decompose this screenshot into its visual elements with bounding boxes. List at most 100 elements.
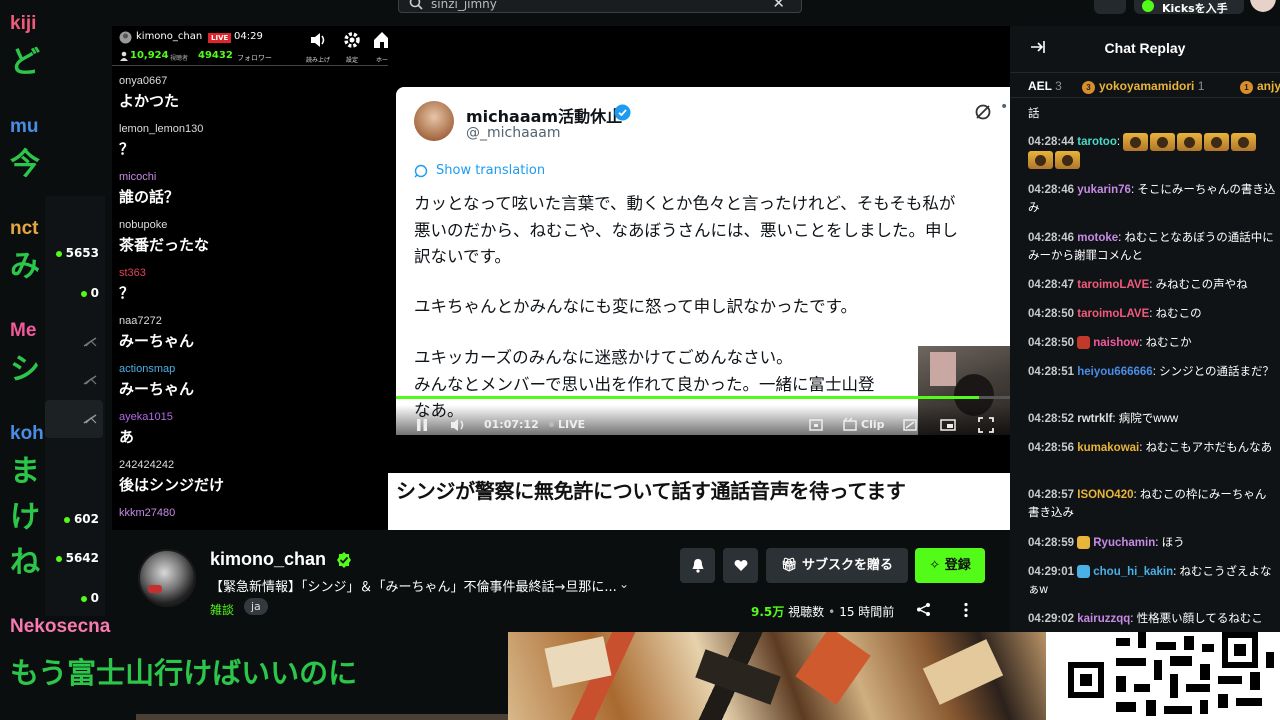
get-kicks-button[interactable]: Kicksを入手: [1134, 0, 1244, 15]
offline-icon: [83, 414, 97, 424]
channel-name[interactable]: kimono_chan: [210, 549, 326, 570]
notify-button[interactable]: [680, 548, 715, 583]
sparkle-icon: ✧: [929, 558, 941, 573]
grok-icon: [975, 104, 991, 120]
chat-replay-message: 話: [1028, 108, 1040, 120]
chat-username: actionsmap: [119, 363, 176, 375]
settings-icon[interactable]: [902, 417, 918, 433]
chat-text: 茶番だったな: [119, 236, 210, 254]
translate-icon: [414, 164, 428, 178]
share-icon[interactable]: [916, 602, 931, 617]
tweet-text-line: ユキッカーズのみんなに迷惑かけてごめんなさい。: [414, 348, 793, 367]
clip-label[interactable]: Clip: [861, 418, 885, 431]
chat-message: onya0667 よかつた: [119, 75, 379, 111]
live-dot-icon: [55, 555, 62, 562]
avatar: [414, 101, 454, 141]
language-tag[interactable]: ja: [244, 598, 268, 615]
follow-button[interactable]: ✧ 登録: [915, 548, 985, 583]
overlay-chat-message: ま: [10, 454, 40, 489]
chat-message: lemon_lemon130 ？: [119, 123, 379, 159]
verified-icon: [337, 552, 351, 568]
live-dot-icon: [549, 422, 554, 427]
gifter-item[interactable]: 1 anjy: [1240, 79, 1280, 94]
chat-replay-message: 04:28:56 kumakowai: ねむこもアホだもんなあ: [1028, 442, 1273, 454]
pip-icon[interactable]: [940, 417, 956, 433]
bell-icon: [692, 559, 703, 573]
chat-username: ayeka1015: [119, 411, 173, 423]
chevron-down-icon[interactable]: ⌄: [619, 577, 629, 591]
chat-message: ayeka1015 あ: [119, 411, 379, 447]
sidebar-item-highlight[interactable]: [45, 400, 103, 438]
volume-icon[interactable]: [450, 417, 466, 433]
more-options-icon[interactable]: [960, 602, 972, 618]
gift-badge-icon: 3: [1082, 81, 1095, 94]
chat-text: よかつた: [119, 92, 180, 110]
person-icon: [120, 51, 128, 61]
viewer-count: 10,924: [130, 50, 169, 61]
chat-replay-panel: Chat Replay AEL 3 3 yokoyamamidori 1 1 anj…: [1010, 26, 1280, 632]
chat-replay-message: 04:29:01 chou_hi_kakin: ねむこうざえよなぁw: [1028, 565, 1272, 596]
stream-chat-overlay: kimono_chan LIVE 04:29 10,924 視聴者 49432 …: [112, 26, 390, 530]
chat-message: 242424242 後はシンジだけ: [119, 459, 379, 495]
chat-username: kkkm27480: [119, 507, 176, 519]
live-dot-icon: [55, 250, 62, 257]
stream-page: sinzi_jimny ✕ Kicksを入手 kiji ど mu 今 nct み…: [0, 0, 1280, 720]
tweet-text-line: ユキちゃんとかみんなにも変に怒って申し訳なかったです。: [414, 297, 858, 316]
search-query: sinzi_jimny: [431, 0, 497, 11]
user-badge-icon: [1077, 536, 1091, 550]
chat-text: みーちゃん: [119, 332, 195, 350]
chat-text: ？: [119, 140, 135, 158]
category-tag[interactable]: 雑談: [210, 601, 234, 618]
overlay-chat-user: mu: [10, 116, 39, 137]
view-stats: 9.5万 視聴数 • 15 時間前: [751, 605, 895, 619]
overlay-chat-message: ね: [10, 545, 40, 580]
read-aloud-button[interactable]: 読み上げ: [302, 30, 334, 64]
viewer-count[interactable]: 0: [80, 591, 99, 605]
chat-overlay-header: kimono_chan LIVE 04:29 10,924 視聴者 49432 …: [112, 26, 390, 66]
gifter-item[interactable]: AEL 3: [1028, 79, 1062, 93]
chat-replay-message: 04:29:02 kairuzzqq: 性格悪い顔してるねむこ: [1028, 613, 1263, 625]
notifications-button[interactable]: [1094, 0, 1126, 14]
favorite-button[interactable]: [723, 548, 758, 583]
chat-message: actionsmap みーちゃん: [119, 363, 379, 399]
overlay-chat-message: シ: [10, 352, 40, 387]
clear-search-icon[interactable]: ✕: [772, 0, 785, 12]
chat-text: ？: [119, 284, 135, 302]
stream-title: 【緊急新情報】「シンジ」＆「みーちゃん」不倫事件最終話→旦那に...: [210, 580, 617, 595]
chat-replay-message: 04:28:47 taroimoLAVE: みねむこの声やね: [1028, 279, 1248, 291]
live-badge: LIVE: [208, 33, 232, 43]
tweet-text-line: 悪いのだから、ねむこや、なあぼうさんには、悪いことをしました。申し: [414, 221, 959, 240]
video-progress-bar[interactable]: [396, 396, 1010, 399]
qr-code: [1046, 632, 1280, 720]
search-input[interactable]: sinzi_jimny ✕: [398, 0, 802, 13]
overlay-chat-message: 今: [10, 147, 40, 182]
overlay-chat-user: kiji: [10, 13, 37, 34]
gift-icon: 🎁︎: [780, 558, 798, 573]
stream-caption: シンジが警察に無免許について話す通話音声を待ってます: [396, 479, 906, 503]
live-dot-icon: [80, 290, 87, 297]
chat-username: onya0667: [119, 75, 168, 87]
chat-replay-title: Chat Replay: [1104, 40, 1186, 56]
fullscreen-icon[interactable]: [978, 417, 994, 433]
pause-icon[interactable]: [414, 417, 430, 433]
chat-replay-message: 04:28:46 motoke: ねむことなあぼうの通話中にみーから謝罪コメんと: [1028, 232, 1274, 262]
viewer-count[interactable]: 5642: [55, 551, 99, 565]
theater-mode-icon[interactable]: [808, 417, 824, 433]
overlay-chat-message: もう富士山行けばいいのに: [10, 656, 358, 690]
emote-icon: [1231, 133, 1257, 151]
viewer-count[interactable]: 602: [63, 512, 99, 526]
viewer-count[interactable]: 0: [80, 286, 99, 300]
chat-replay-message: 04:28:59 Ryuchamin: ほう: [1028, 536, 1185, 550]
gifter-item[interactable]: 3 yokoyamamidori 1: [1082, 79, 1204, 94]
overlay-chat-user: koh: [10, 423, 44, 444]
gift-subscription-button[interactable]: 🎁︎ サブスクを贈る: [766, 548, 908, 583]
chat-replay-message: 04:28:51 heiyou666666: シンジとの通話まだ？: [1028, 366, 1274, 378]
settings-button[interactable]: 設定: [336, 30, 368, 64]
clip-icon[interactable]: [842, 417, 858, 433]
chat-message: naa7272 みーちゃん: [119, 315, 379, 351]
follower-label: フォロワー: [237, 54, 272, 62]
home-button[interactable]: ホー: [366, 30, 390, 64]
overlay-chat-user: nct: [10, 218, 39, 239]
channel-avatar[interactable]: [138, 549, 196, 607]
viewer-count[interactable]: 5653: [55, 246, 99, 260]
